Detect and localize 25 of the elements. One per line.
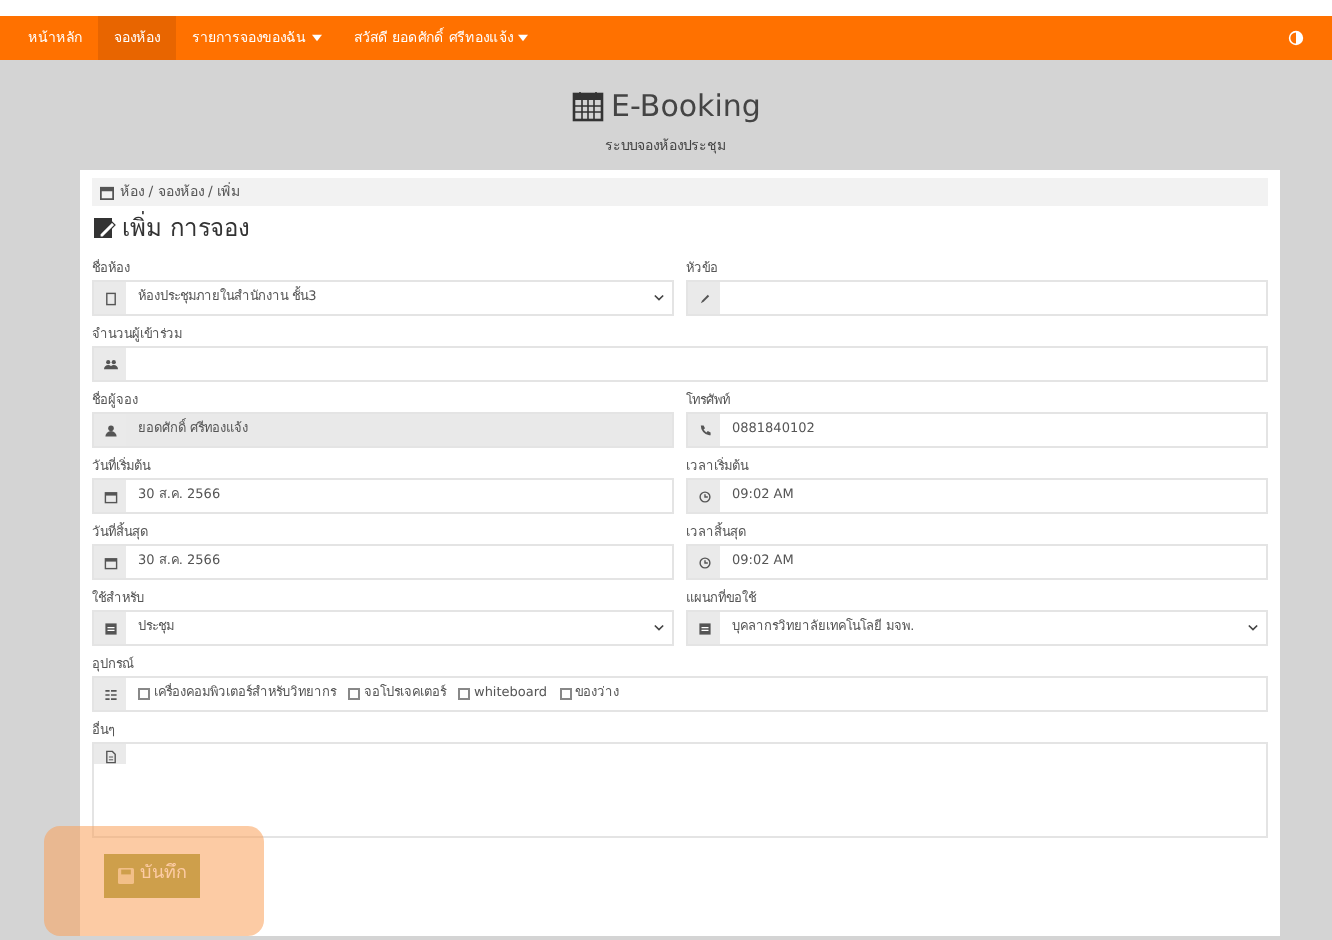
calendar-icon [103,489,117,504]
chevron-down-icon [653,294,663,303]
input-field[interactable] [686,280,1268,317]
edit-document-icon [92,216,116,241]
list-icon [103,687,117,702]
contrast-icon[interactable] [1288,30,1304,46]
input-field[interactable] [92,346,1268,383]
calendar-icon [100,185,114,199]
users-icon [103,357,117,372]
textarea-field[interactable] [92,742,1268,839]
pencil-icon [697,291,711,306]
chevron-down-icon [653,624,663,633]
building-icon [103,621,117,636]
user-icon [103,423,117,438]
calendar-icon [571,90,604,123]
calendar-icon [103,555,117,570]
door-icon [103,291,117,306]
building-icon [697,621,711,636]
document-icon [103,750,117,765]
form-heading: เพิ่ม การจอง [122,210,250,247]
clock-icon [697,489,711,504]
clock-icon [697,555,711,570]
app-title: E-Booking [611,86,761,128]
chevron-down-icon [1247,624,1257,633]
phone-icon [697,423,711,438]
